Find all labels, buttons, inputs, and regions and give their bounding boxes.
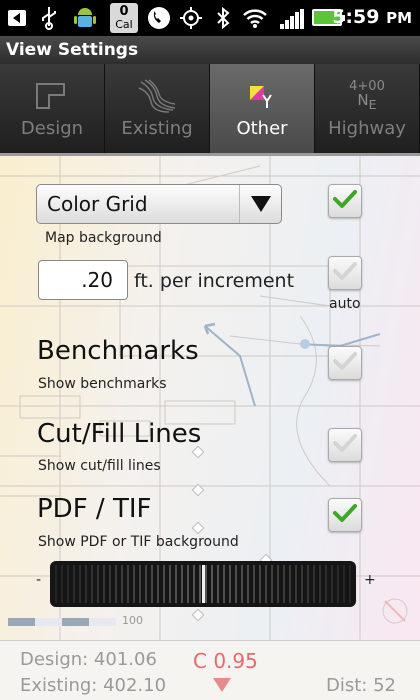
signal-icon [280,9,304,29]
check-icon [333,351,357,375]
cut-value: C 0.95 [193,649,258,673]
north-letter: N [357,91,369,109]
bluetooth-icon [210,5,236,31]
chevron-down-icon[interactable] [239,185,281,223]
phone-icon [146,5,172,31]
scale-bar [8,618,116,626]
map-background-checkbox[interactable] [328,184,362,218]
clock-time: 5:59 [332,6,380,28]
check-icon [333,261,357,285]
increment-input[interactable]: .20 [38,260,128,300]
clock: 5:59 PM [332,6,412,28]
opacity-min-label: - [36,572,42,588]
page-title: View Settings [6,40,139,60]
benchmarks-caption: Show benchmarks [38,376,167,392]
existing-elevation: Existing: 402.10 [20,675,167,696]
calendar-count: 0 [119,4,129,19]
pdf-tif-checkbox[interactable] [328,498,362,532]
tab-highway[interactable]: 4+00 NE Highway [315,64,420,153]
auto-label: auto [329,296,361,312]
benchmarks-checkbox[interactable] [328,346,362,380]
android-icon [72,5,98,31]
check-icon [333,189,357,213]
cut-fill-caption: Show cut/fill lines [38,458,161,474]
design-icon [0,76,104,116]
back-icon [4,5,30,31]
tab-label: Design [20,118,84,139]
opacity-max-label: + [364,572,376,588]
tab-label: Existing [121,118,193,139]
pdf-opacity-slider[interactable] [50,561,356,607]
clock-suffix: PM [386,9,412,27]
check-icon [333,503,357,527]
increment-unit-label: ft. per increment [134,270,295,292]
cut-arrow-icon [212,677,232,697]
map-background-value: Color Grid [47,192,148,216]
auto-increment-checkbox[interactable] [328,256,362,290]
map-background-select[interactable]: Color Grid [36,184,282,224]
east-letter: E [368,97,377,112]
map-background-caption: Map background [45,230,162,246]
tab-bar: Design Existing Other 4+00 NE Highway [0,64,420,156]
title-bar: View Settings [0,36,420,64]
tab-label: Other [236,118,288,139]
usb-icon [36,5,62,31]
tab-existing[interactable]: Existing [105,64,210,153]
design-elevation: Design: 401.06 [20,649,157,670]
slider-thumb[interactable] [202,565,205,603]
distance-value: Dist: 52 [326,675,396,696]
cut-fill-checkbox[interactable] [328,428,362,462]
tab-design[interactable]: Design [0,64,105,153]
calendar-icon: 0 Cal [110,3,138,33]
gps-icon [178,5,204,31]
settings-panel: Color Grid Map background .20 ft. per in… [0,156,420,640]
contour-lines-icon [105,76,209,116]
pdf-tif-title: PDF / TIF [37,494,152,524]
elevation-status-bar: Design: 401.06 Existing: 402.10 C 0.95 D… [0,640,420,700]
station-icon: 4+00 NE [315,76,419,116]
check-icon [333,433,357,457]
cut-fill-title: Cut/Fill Lines [37,419,202,449]
benchmarks-title: Benchmarks [37,336,199,366]
tab-other[interactable]: Other [210,64,315,153]
calendar-label: Cal [115,18,133,31]
wifi-icon [242,5,268,31]
pdf-tif-caption: Show PDF or TIF background [38,534,239,550]
status-bar: 0 Cal 5:59 PM [0,0,420,36]
color-swatch-icon [210,76,314,116]
scale-bar-label: 100 [122,614,143,627]
tab-label: Highway [328,118,406,139]
